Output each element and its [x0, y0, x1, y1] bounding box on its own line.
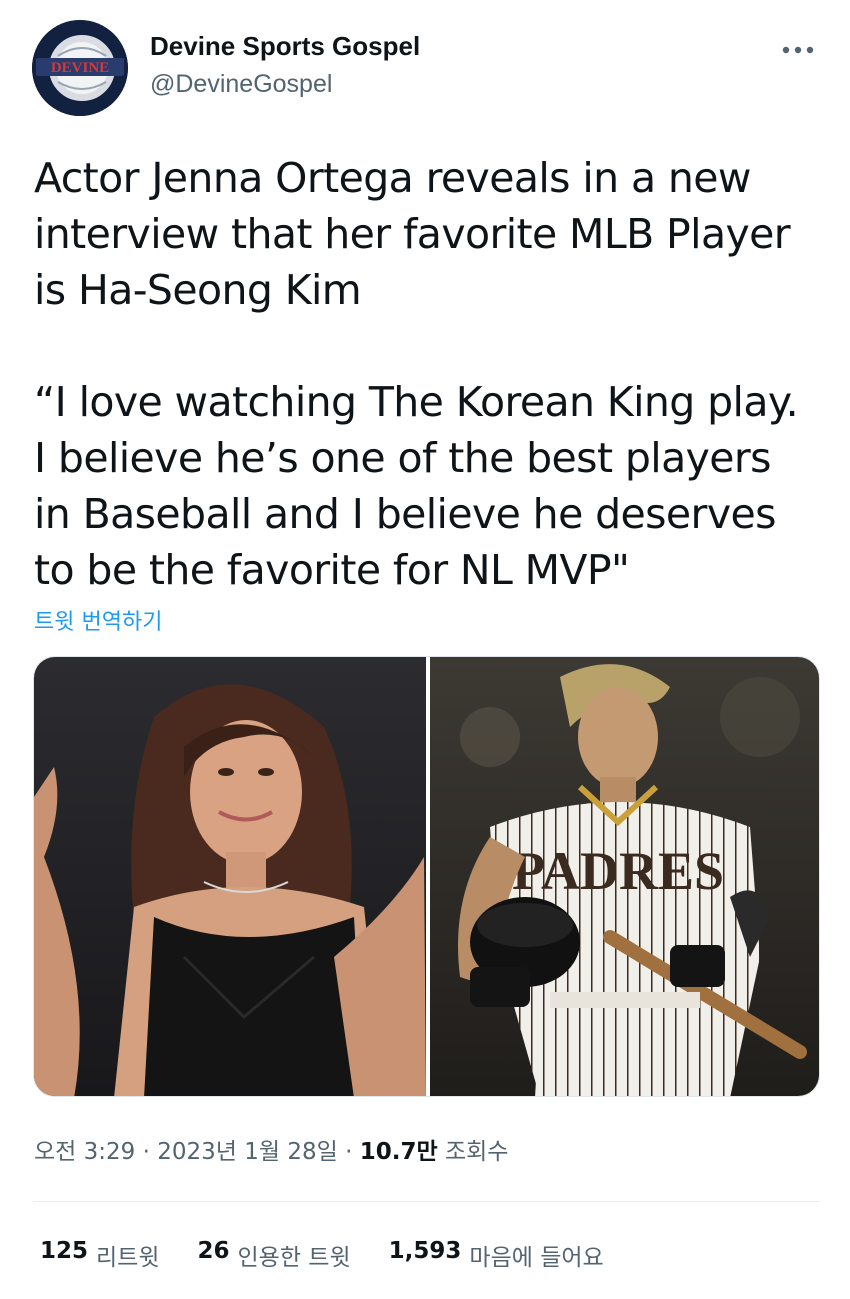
tweet-header: DEVINE Devine Sports Gospel @DevineGospe…	[32, 20, 832, 120]
quotes-label: 인용한 트윗	[237, 1245, 351, 1271]
tweet-metadata: 오전 3:29 · 2023년 1월 28일 · 10.7만 조회수	[34, 1132, 508, 1166]
jersey-text: PADRES	[512, 841, 724, 901]
tweet-time[interactable]: 오전 3:29	[34, 1139, 135, 1165]
account-info[interactable]: Devine Sports Gospel @DevineGospel	[150, 30, 420, 100]
engagement-stats: 125 리트윗 26 인용한 트윗 1,593 마음에 들어요	[40, 1238, 642, 1272]
display-name[interactable]: Devine Sports Gospel	[150, 30, 420, 62]
meta-separator: ·	[142, 1139, 150, 1165]
photo-baseball-player-image: PADRES	[430, 657, 819, 1096]
quotes-count: 26	[197, 1238, 230, 1264]
quotes-stat[interactable]: 26 인용한 트윗	[198, 1238, 351, 1272]
divider	[33, 1201, 820, 1202]
more-options-button[interactable]	[776, 28, 820, 72]
translate-tweet-link[interactable]: 트윗 번역하기	[34, 604, 162, 636]
tweet-date[interactable]: 2023년 1월 28일	[157, 1139, 338, 1165]
retweets-count: 125	[40, 1238, 89, 1264]
meta-separator: ·	[345, 1139, 353, 1165]
media-grid[interactable]: PADRES	[33, 656, 820, 1097]
retweets-label: 리트윗	[96, 1245, 160, 1271]
likes-count: 1,593	[388, 1238, 462, 1264]
views-count: 10.7만	[359, 1139, 438, 1165]
likes-stat[interactable]: 1,593 마음에 들어요	[389, 1238, 604, 1272]
avatar-logo-icon: DEVINE	[32, 20, 128, 116]
media-image-left[interactable]	[34, 657, 426, 1096]
views-label: 조회수	[444, 1139, 509, 1165]
likes-label: 마음에 들어요	[469, 1245, 604, 1271]
retweets-stat[interactable]: 125 리트윗	[40, 1238, 160, 1272]
tweet-text: Actor Jenna Ortega reveals in a new inte…	[34, 154, 799, 594]
media-image-right[interactable]: PADRES	[430, 657, 819, 1096]
more-icon	[782, 46, 814, 54]
photo-woman-image	[34, 657, 426, 1096]
handle[interactable]: @DevineGospel	[150, 68, 420, 100]
avatar[interactable]: DEVINE	[32, 20, 128, 116]
avatar-text: DEVINE	[51, 60, 109, 76]
